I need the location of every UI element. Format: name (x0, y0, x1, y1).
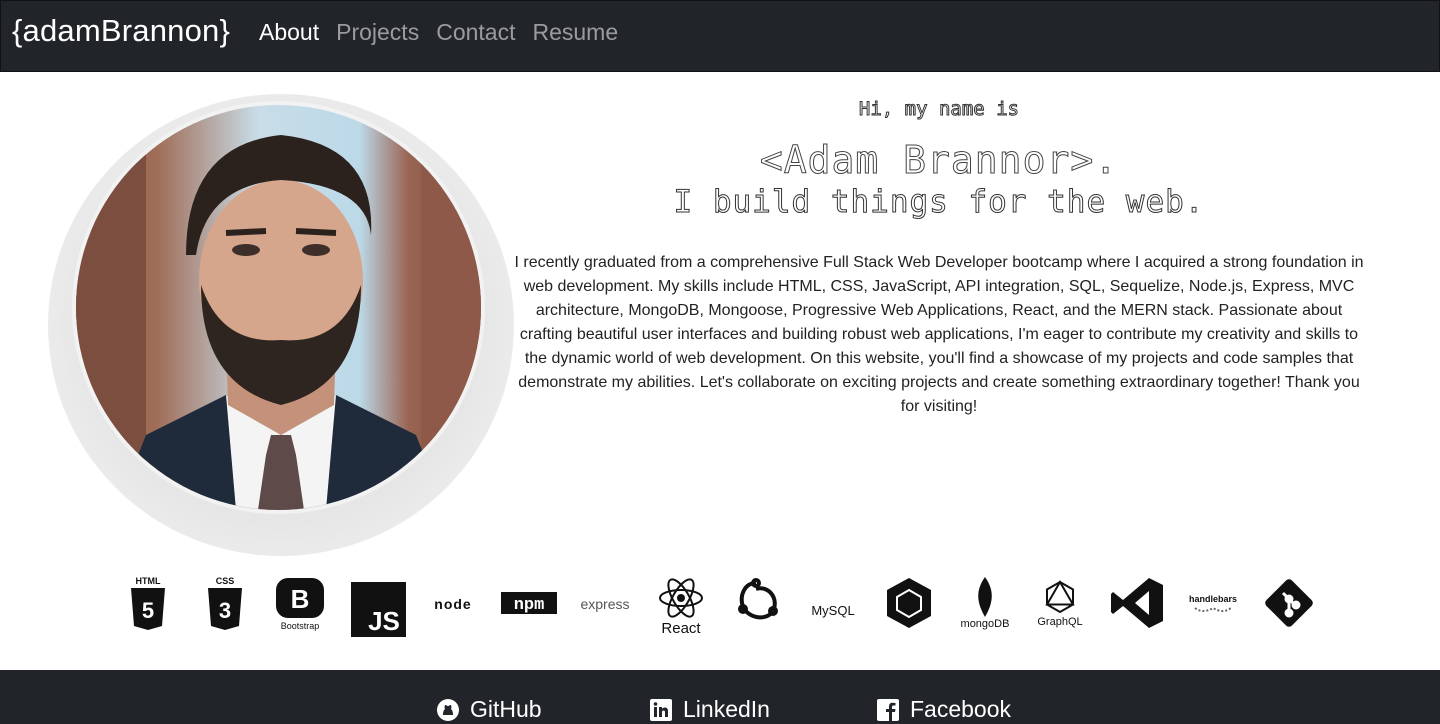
linkedin-label: LinkedIn (683, 696, 770, 722)
facebook-icon (877, 698, 899, 721)
nav-link-contact[interactable]: Contact (436, 19, 515, 46)
github-label: GitHub (470, 696, 542, 722)
hero-section: Hi, my name is <Adam Brannor>. I build t… (508, 95, 1370, 419)
graphql-icon: GraphQL (1032, 570, 1088, 636)
git-icon (1260, 570, 1318, 636)
facebook-label: Facebook (910, 696, 1012, 722)
nav-link-projects[interactable]: Projects (336, 19, 419, 46)
nodejs-icon: node (434, 595, 472, 612)
redux-icon (726, 570, 786, 636)
tech-stack: HTML 5 CSS 3 B Bootstrap JS node npm exp… (118, 570, 1328, 640)
navbar: {adamBrannon} About Projects Contact Res… (0, 0, 1440, 72)
vscode-icon (1108, 570, 1166, 636)
nav-links: About Projects Contact Resume (259, 19, 618, 46)
svg-text:5: 5 (142, 598, 154, 623)
hero-bio: I recently graduated from a comprehensiv… (514, 254, 1364, 415)
js-label: JS (368, 606, 400, 636)
brand-logo[interactable]: {adamBrannon} (12, 13, 230, 49)
handlebars-icon: handlebars (1184, 570, 1242, 636)
sequelize-icon (882, 570, 936, 636)
svg-text:3: 3 (219, 598, 231, 623)
svg-text:B: B (291, 584, 310, 614)
npm-icon: npm (500, 570, 558, 636)
html5-icon: HTML 5 (128, 570, 168, 636)
nav-link-resume[interactable]: Resume (532, 19, 618, 46)
footer-link-facebook[interactable]: Facebook (876, 696, 1011, 723)
mysql-icon: MySQL (811, 602, 855, 618)
npm-label: npm (514, 596, 545, 614)
hero-tagline: I build things for the web. (673, 184, 1205, 221)
mongodb-icon: mongoDB (956, 570, 1014, 636)
bootstrap-icon: B Bootstrap (272, 570, 328, 636)
javascript-icon: JS (350, 576, 406, 642)
linkedin-icon (650, 698, 672, 721)
nav-link-about[interactable]: About (259, 19, 319, 46)
react-icon: React (654, 574, 708, 640)
express-icon: express (580, 595, 630, 612)
hero-greeting: Hi, my name is (858, 98, 1020, 121)
css3-icon: CSS 3 (205, 570, 245, 636)
footer-link-github[interactable]: GitHub (436, 696, 542, 723)
github-icon (437, 698, 459, 721)
footer-link-linkedin[interactable]: LinkedIn (649, 696, 770, 723)
footer: GitHub LinkedIn Facebook (0, 670, 1440, 724)
profile-photo (72, 101, 485, 514)
hero-name: <Adam Brannor>. (759, 138, 1119, 183)
